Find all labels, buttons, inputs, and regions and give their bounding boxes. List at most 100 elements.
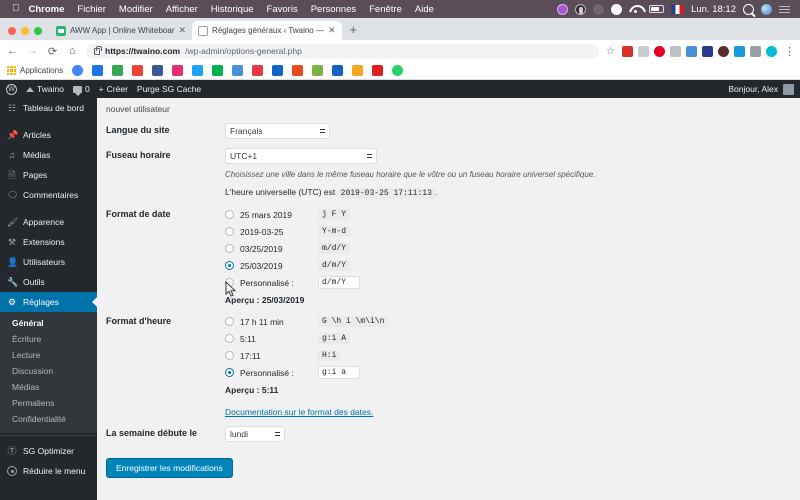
kebab-menu-icon[interactable]: ⋮: [784, 45, 795, 58]
wifi-icon[interactable]: [629, 4, 642, 14]
address-bar[interactable]: https://twaino.com/wp-admin/options-gene…: [86, 43, 600, 59]
date-format-custom-input[interactable]: [318, 276, 360, 289]
battery-icon[interactable]: [649, 5, 665, 13]
sidebar-item-posts[interactable]: 📌 Articles: [0, 125, 97, 145]
maximize-window-button[interactable]: [34, 27, 42, 35]
bookmark-icon-12[interactable]: [292, 65, 304, 76]
collapse-menu-button[interactable]: Réduire le menu: [0, 461, 97, 481]
close-window-button[interactable]: [8, 27, 16, 35]
sidebar-item-tools[interactable]: 🔧 Outils: [0, 272, 97, 292]
date-format-option-3[interactable]: 03/25/2019 m/d/Y: [225, 241, 800, 256]
time-format-radio-1[interactable]: [225, 317, 234, 326]
siri-icon[interactable]: [761, 3, 772, 15]
browser-tab-2[interactable]: Réglages généraux ‹ Twaino — ✕: [192, 21, 342, 40]
menu-aide[interactable]: Aide: [415, 4, 434, 15]
bookmark-icon-9[interactable]: [232, 65, 244, 76]
submenu-item-discussion[interactable]: Discussion: [0, 363, 97, 379]
submenu-item-general[interactable]: Général: [0, 315, 97, 331]
extension-icon-2[interactable]: [638, 45, 649, 57]
bookmark-icon-14[interactable]: [332, 65, 344, 76]
french-flag-icon[interactable]: [671, 4, 685, 14]
submenu-item-permalinks[interactable]: Permaliens: [0, 395, 97, 411]
bookmark-icon-instagram[interactable]: [172, 65, 184, 76]
timezone-select[interactable]: UTC+1: [225, 148, 377, 164]
date-format-radio-4[interactable]: [225, 261, 234, 270]
control-center-icon[interactable]: [779, 5, 790, 14]
spotlight-search-icon[interactable]: [743, 3, 754, 15]
date-format-radio-3[interactable]: [225, 244, 234, 253]
sidebar-item-plugins[interactable]: ⚒ Extensions: [0, 232, 97, 252]
bookmark-icon-whatsapp[interactable]: [392, 65, 404, 76]
time-format-option-custom[interactable]: Personnalisé :: [225, 365, 800, 380]
extension-icon-6[interactable]: [702, 45, 713, 57]
siri-purple-icon[interactable]: [557, 3, 569, 15]
profile-avatar-icon[interactable]: [766, 45, 777, 57]
sidebar-item-settings[interactable]: ⚙ Réglages: [0, 292, 97, 312]
close-tab-1-icon[interactable]: ✕: [179, 25, 187, 36]
pinterest-extension-icon[interactable]: [654, 45, 665, 57]
minimize-window-button[interactable]: [21, 27, 29, 35]
time-format-option-1[interactable]: 17 h 11 min G \h i \m\i\n: [225, 314, 800, 329]
time-format-radio-3[interactable]: [225, 351, 234, 360]
account-menu[interactable]: Bonjour, Alex: [728, 83, 794, 95]
time-format-radio-2[interactable]: [225, 334, 234, 343]
dropbox-icon[interactable]: [593, 3, 605, 15]
bookmark-icon-10[interactable]: [252, 65, 264, 76]
bookmark-icon-15[interactable]: [352, 65, 364, 76]
apple-icon[interactable]: : [12, 4, 20, 14]
extension-icon-4[interactable]: [670, 45, 681, 57]
sidebar-item-sg-optimizer[interactable]: Ⓣ SG Optimizer: [0, 441, 97, 461]
bookmark-star-icon[interactable]: ☆: [606, 46, 615, 57]
sidebar-item-pages[interactable]: 🖹 Pages: [0, 165, 97, 185]
back-button[interactable]: ←: [6, 45, 19, 57]
comments-menu[interactable]: 0: [72, 84, 90, 96]
submenu-item-privacy[interactable]: Confidentialité: [0, 411, 97, 427]
browser-tab-1[interactable]: AWW App | Online Whiteboar ✕: [50, 21, 193, 40]
sidebar-item-dashboard[interactable]: ☷ Tableau de bord: [0, 98, 97, 118]
date-format-radio-1[interactable]: [225, 210, 234, 219]
time-format-option-3[interactable]: 17:11 H:i: [225, 348, 800, 363]
save-changes-button[interactable]: Enregistrer les modifications: [106, 458, 233, 478]
date-format-option-custom[interactable]: Personnalisé :: [225, 275, 800, 290]
new-tab-button[interactable]: +: [342, 22, 366, 40]
bookmark-icon-4[interactable]: [132, 65, 144, 76]
purge-sg-cache-button[interactable]: Purge SG Cache: [137, 84, 201, 94]
date-format-option-1[interactable]: 25 mars 2019 j F Y: [225, 207, 800, 222]
extension-icon-5[interactable]: [686, 45, 697, 57]
menu-chrome[interactable]: Chrome: [29, 4, 65, 15]
site-language-select[interactable]: Français: [225, 123, 330, 139]
date-format-option-4[interactable]: 25/03/2019 d/m/Y: [225, 258, 800, 273]
bookmark-icon-8[interactable]: [212, 65, 224, 76]
home-button[interactable]: ⌂: [66, 45, 79, 57]
bookmark-icon-facebook[interactable]: [152, 65, 164, 76]
sidebar-item-users[interactable]: 👤 Utilisateurs: [0, 252, 97, 272]
extension-icon-9[interactable]: [750, 45, 761, 57]
bookmark-icon-twitter[interactable]: [192, 65, 204, 76]
sidebar-item-appearance[interactable]: 🖌 Apparence: [0, 212, 97, 232]
bookmark-icon-16[interactable]: [372, 65, 384, 76]
wordpress-logo-icon[interactable]: W: [6, 83, 17, 95]
new-content-menu[interactable]: + Créer: [99, 84, 128, 94]
menu-fenetre[interactable]: Fenêtre: [369, 4, 402, 15]
close-tab-2-icon[interactable]: ✕: [328, 25, 336, 36]
bookmark-applications[interactable]: Applications: [7, 66, 63, 75]
reload-button[interactable]: ⟳: [46, 45, 59, 58]
cloud-icon[interactable]: [611, 3, 623, 15]
macos-clock[interactable]: Lun. 18:12: [691, 4, 736, 15]
bookmark-icon-2[interactable]: [92, 65, 104, 76]
menu-favoris[interactable]: Favoris: [267, 4, 298, 15]
bookmark-icon-13[interactable]: [312, 65, 324, 76]
week-start-select[interactable]: lundi: [225, 426, 285, 442]
bookmark-icon-3[interactable]: [112, 65, 124, 76]
extension-icon-8[interactable]: [734, 45, 745, 57]
site-name-menu[interactable]: Twaino: [26, 84, 64, 94]
time-format-option-2[interactable]: 5:11 g:i A: [225, 331, 800, 346]
record-icon[interactable]: [575, 3, 587, 15]
sidebar-item-media[interactable]: ♫ Médias: [0, 145, 97, 165]
time-format-custom-input[interactable]: [318, 366, 360, 379]
extension-icon-1[interactable]: [622, 45, 633, 57]
submenu-item-reading[interactable]: Lecture: [0, 347, 97, 363]
date-format-option-2[interactable]: 2019-03-25 Y-m-d: [225, 224, 800, 239]
extension-icon-7[interactable]: [718, 45, 729, 57]
date-format-radio-2[interactable]: [225, 227, 234, 236]
